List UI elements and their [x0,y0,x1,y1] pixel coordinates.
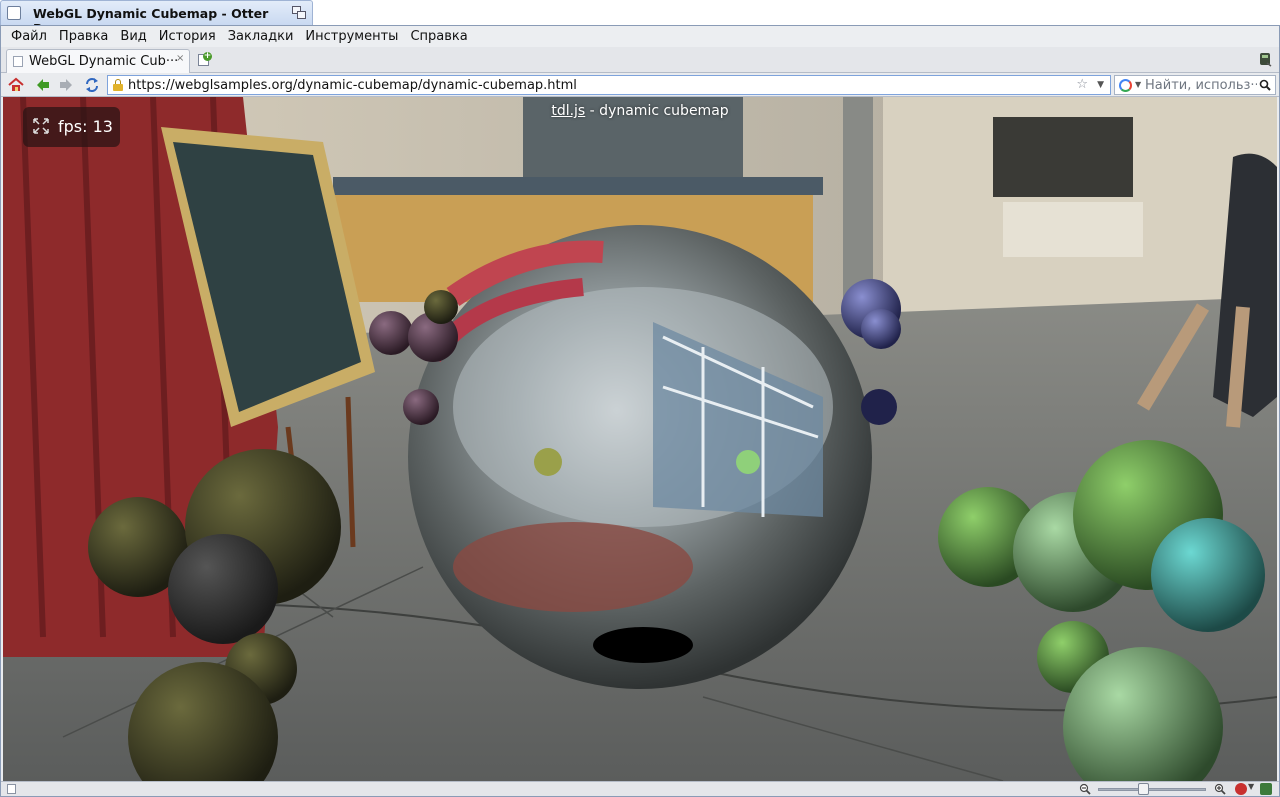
tab-menu-icon[interactable] [1257,51,1273,67]
plus-icon: + [203,51,212,61]
fullscreen-icon[interactable] [33,118,49,134]
forward-button[interactable] [57,76,75,94]
url-input[interactable] [128,77,1068,93]
forward-arrow-icon [60,79,72,91]
back-button[interactable] [34,76,52,94]
url-history-dropdown-icon[interactable]: ▼ [1097,77,1104,93]
zoom-slider-track[interactable] [1098,788,1206,791]
search-engine-dropdown-icon[interactable]: ▼ [1135,77,1141,93]
back-arrow-icon [37,79,49,91]
cubemap-scene [3,97,1277,781]
google-icon[interactable] [1119,79,1132,92]
menu-view[interactable]: Вид [114,26,152,47]
page-title: tdl.js - dynamic cubemap [3,103,1277,119]
privacy-icon[interactable] [1235,783,1247,795]
page-title-rest: - dynamic cubemap [585,103,729,119]
address-bar[interactable]: ☆ ▼ [107,75,1111,95]
home-button[interactable] [7,76,25,94]
new-tab-button[interactable]: + [197,52,213,67]
menu-history[interactable]: История [153,26,222,47]
fps-value: fps: 13 [58,117,113,136]
search-icon[interactable] [1259,79,1271,91]
menu-bar: Файл Правка Вид История Закладки Инструм… [1,26,1279,47]
status-bar: ▼ [1,781,1279,796]
menu-tools[interactable]: Инструменты [299,26,404,47]
tab-bar: WebGL Dynamic Cub··· × + [1,47,1279,73]
tab-close-icon[interactable]: × [176,53,184,64]
tab-webgl-dynamic-cubemap[interactable]: WebGL Dynamic Cub··· × [6,49,190,73]
zoom-slider-thumb[interactable] [1138,783,1149,795]
title-bar: WebGL Dynamic Cubemap - Otter Browser [0,0,1280,36]
search-input[interactable] [1145,77,1257,93]
zoom-in-icon[interactable] [1214,783,1226,795]
reload-button[interactable] [83,76,101,94]
window-title-tab[interactable]: WebGL Dynamic Cubemap - Otter Browser [0,0,313,36]
search-bar[interactable]: ▼ [1114,75,1276,95]
fps-counter[interactable]: fps: 13 [23,107,120,147]
webgl-canvas[interactable]: tdl.js - dynamic cubemap fps: 13 [3,97,1277,781]
lock-icon[interactable] [113,79,123,91]
reload-icon [86,78,98,92]
menu-file[interactable]: Файл [5,26,53,47]
browser-window: Файл Правка Вид История Закладки Инструм… [0,25,1280,797]
navigation-toolbar: ☆ ▼ ▼ [1,73,1279,97]
menu-help[interactable]: Справка [404,26,473,47]
tdl-js-link[interactable]: tdl.js [551,103,585,119]
restore-window-icon[interactable] [291,5,307,21]
privacy-dropdown-icon[interactable]: ▼ [1248,782,1254,791]
page-info-icon[interactable] [7,784,16,794]
app-icon [7,6,21,20]
menu-bookmarks[interactable]: Закладки [222,26,300,47]
home-icon [8,77,24,91]
bookmark-star-icon[interactable]: ☆ [1076,77,1088,92]
zoom-out-icon[interactable] [1079,783,1091,795]
notes-icon[interactable] [1260,783,1272,795]
page-favicon-icon [13,56,23,67]
menu-edit[interactable]: Правка [53,26,114,47]
tab-label: WebGL Dynamic Cub··· [29,54,179,69]
